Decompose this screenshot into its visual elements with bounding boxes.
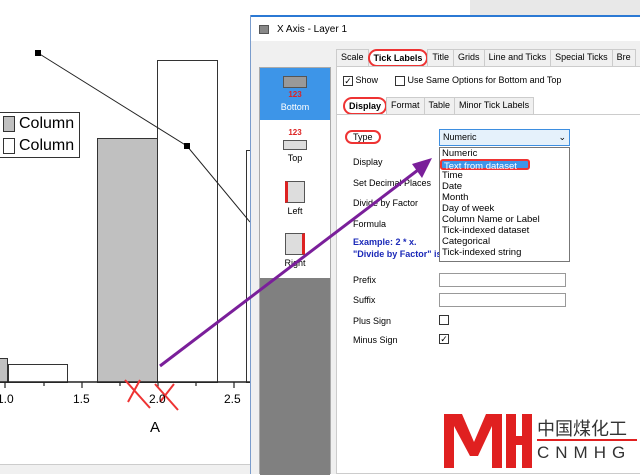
axis-item-top[interactable]: 123 Top [260, 120, 330, 172]
tab-tick-labels[interactable]: Tick Labels [367, 49, 429, 67]
divide-factor-label: Divide by Factor [353, 198, 419, 208]
title-bar: X Axis - Layer 1 [251, 15, 640, 41]
same-options-label: Use Same Options for Bottom and Top [407, 75, 562, 85]
formula-example: Example: 2 * x. [353, 237, 417, 247]
checkbox-checked[interactable]: ✓ [343, 75, 353, 86]
bottom-axis-icon [283, 76, 307, 88]
tab-scale[interactable]: Scale [336, 49, 369, 67]
option-tick-indexed-string[interactable]: Tick-indexed string [440, 247, 569, 258]
option-text-from-dataset[interactable]: Text from dataset [440, 159, 530, 172]
option-column-name[interactable]: Column Name or Label [440, 214, 569, 225]
minus-sign-checkbox[interactable]: ✓ [439, 334, 449, 344]
background-window [470, 0, 640, 15]
show-label: Show [355, 75, 379, 85]
formula-label: Formula [353, 219, 387, 229]
type-select-value: Numeric [443, 132, 477, 142]
axis-item-label: Bottom [280, 102, 310, 112]
logo-mark [444, 414, 532, 468]
axis-box-icon [283, 140, 307, 150]
subtab-format[interactable]: Format [386, 97, 425, 115]
x-axis-ticks [4, 382, 235, 388]
subtab-display[interactable]: Display [343, 97, 388, 115]
suffix-label: Suffix [353, 295, 376, 305]
x-tick-label: 1.5 [73, 392, 90, 406]
axis-item-label: Right [284, 257, 306, 268]
tab-grids[interactable]: Grids [453, 49, 485, 67]
divider [337, 114, 640, 115]
graph-toolbar[interactable] [0, 464, 250, 474]
dialog-title: X Axis - Layer 1 [277, 23, 348, 35]
list-empty-area [260, 278, 330, 475]
watermark-en: CNMHG [537, 443, 632, 462]
x-tick-label: 2.5 [224, 392, 241, 406]
checkbox-unchecked[interactable] [395, 75, 405, 86]
type-dropdown-list: Numeric Text from dataset Time Date Mont… [439, 147, 570, 262]
option-categorical[interactable]: Categorical [440, 236, 569, 247]
suffix-input[interactable] [439, 293, 566, 307]
show-checkbox[interactable]: ✓ Show [343, 75, 378, 86]
type-select[interactable]: Numeric ⌄ [439, 129, 570, 146]
right-axis-icon [285, 232, 305, 255]
minus-sign-label: Minus Sign [353, 335, 398, 345]
prefix-label: Prefix [353, 275, 377, 285]
plus-sign-checkbox[interactable] [439, 315, 449, 325]
graph-overlay [0, 50, 250, 411]
axis-item-right[interactable]: Right [260, 224, 330, 276]
option-tick-indexed-dataset[interactable]: Tick-indexed dataset [440, 225, 569, 236]
axis-item-label: Top [287, 153, 303, 163]
watermark-cn: 中国煤化工 [537, 419, 627, 439]
x-tick-label: 1.0 [0, 392, 14, 406]
x-axis-dialog: X Axis - Layer 1 123 Bottom 123 Top Left R… [250, 15, 640, 475]
data-point [35, 50, 41, 56]
plus-sign-label: Plus Sign [353, 316, 392, 326]
option-numeric[interactable]: Numeric [440, 148, 569, 159]
option-day-of-week[interactable]: Day of week [440, 203, 569, 214]
axis-list: 123 Bottom 123 Top Left Right [259, 67, 331, 475]
tab-title[interactable]: Title [427, 49, 455, 67]
chevron-down-icon: ⌄ [558, 132, 566, 142]
tab-line-and-ticks[interactable]: Line and Ticks [483, 49, 552, 67]
window-icon [259, 24, 269, 34]
tab-breaks[interactable]: Bre [611, 49, 636, 67]
display-label: Display [353, 157, 383, 167]
type-label: Type [345, 130, 381, 144]
sub-tabs: Display Format Table Minor Tick Labels [343, 97, 535, 115]
main-tabs: Scale Tick Labels Title Grids Line and T… [336, 49, 636, 67]
tab-special-ticks[interactable]: Special Ticks [550, 49, 613, 67]
axis-item-left[interactable]: Left [260, 172, 330, 224]
same-options-checkbox[interactable]: Use Same Options for Bottom and Top [395, 75, 561, 86]
decimal-places-label: Set Decimal Places [353, 178, 432, 188]
option-month[interactable]: Month [440, 192, 569, 203]
axis-icon-digits: 123 [288, 90, 302, 99]
axis-item-label: Left [287, 205, 303, 216]
watermark-logo: 中国煤化工 CNMHG [442, 410, 640, 474]
top-axis-icon: 123 [288, 128, 302, 137]
subtab-minor-tick-labels[interactable]: Minor Tick Labels [454, 97, 535, 115]
graph-window: Column Column 1.0 1.5 2.0 2.5 A [0, 0, 256, 474]
option-date[interactable]: Date [440, 181, 569, 192]
subtab-table[interactable]: Table [423, 97, 456, 115]
left-axis-icon [285, 180, 305, 203]
prefix-input[interactable] [439, 273, 566, 287]
x-axis-title: A [150, 419, 161, 436]
data-point [184, 143, 190, 149]
watermark-line [537, 439, 637, 441]
x-tick-label: 2.0 [149, 392, 166, 406]
axis-item-bottom[interactable]: 123 Bottom [260, 68, 330, 120]
data-line [37, 52, 250, 223]
